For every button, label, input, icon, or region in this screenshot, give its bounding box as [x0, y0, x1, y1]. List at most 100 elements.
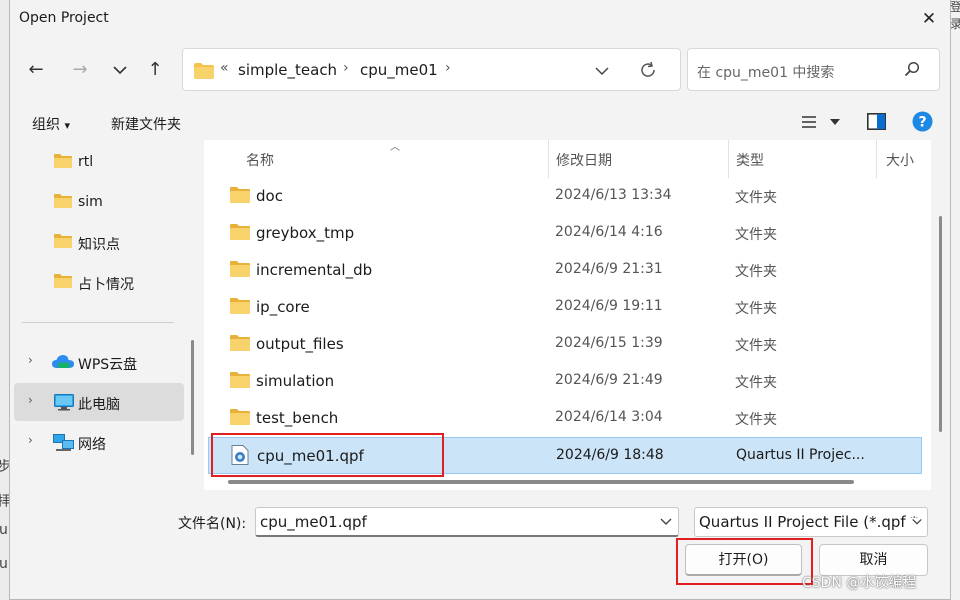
folder-icon	[230, 187, 250, 203]
column-header-type[interactable]: 类型	[736, 150, 764, 170]
horizontal-scrollbar[interactable]	[228, 480, 854, 484]
organize-button[interactable]: 组织 ▾	[32, 114, 70, 134]
network-icon	[53, 434, 74, 451]
file-row-incremental-db[interactable]: incremental_db 2024/6/9 21:31 文件夹	[208, 252, 922, 289]
search-icon	[904, 61, 920, 77]
folder-icon	[230, 335, 250, 351]
sidebar-divider	[22, 322, 174, 323]
file-row-greybox-tmp[interactable]: greybox_tmp 2024/6/14 4:16 文件夹	[208, 215, 922, 252]
file-row-simulation[interactable]: simulation 2024/6/9 21:49 文件夹	[208, 363, 922, 400]
sidebar-scrollbar[interactable]	[191, 340, 194, 455]
background-text: u	[0, 522, 8, 538]
address-history-chevron-icon[interactable]	[595, 66, 609, 76]
svg-text:?: ?	[918, 115, 926, 131]
address-bar[interactable]: « simple_teach › cpu_me01 ›	[182, 48, 681, 91]
sidebar-item-label: sim	[78, 194, 103, 210]
file-modified: 2024/6/9 19:11	[555, 298, 663, 314]
cloud-icon	[52, 355, 74, 368]
file-type: 文件夹	[735, 227, 777, 243]
sidebar-item-label: rtl	[78, 154, 94, 170]
back-arrow-icon: ←	[28, 59, 44, 80]
overflow-chevron-icon[interactable]: «	[220, 60, 229, 76]
breadcrumb-cpu-me01[interactable]: cpu_me01	[360, 61, 438, 79]
expand-chevron-icon[interactable]: ›	[28, 433, 33, 447]
close-button[interactable]: ✕	[915, 6, 943, 32]
column-divider[interactable]	[548, 140, 549, 178]
view-list-icon[interactable]	[801, 115, 817, 129]
preview-pane-icon[interactable]	[867, 113, 886, 130]
column-header-name[interactable]: 名称	[246, 150, 274, 170]
sidebar-item-wps-cloud[interactable]: › WPS云盘	[14, 343, 184, 381]
breadcrumb-simple-teach[interactable]: simple_teach	[238, 61, 337, 79]
file-type: 文件夹	[735, 375, 777, 391]
search-input[interactable]: 在 cpu_me01 中搜索	[697, 62, 834, 82]
sidebar-item-divination[interactable]: 占卜情况	[14, 263, 184, 301]
column-header-modified[interactable]: 修改日期	[556, 150, 612, 170]
file-modified: 2024/6/13 13:34	[555, 187, 672, 203]
file-row-doc[interactable]: doc 2024/6/13 13:34 文件夹	[208, 178, 922, 215]
folder-icon	[54, 154, 72, 168]
file-name: incremental_db	[256, 261, 373, 279]
filename-value[interactable]: cpu_me01.qpf	[260, 513, 367, 531]
view-options-chevron-icon[interactable]	[830, 119, 840, 126]
file-name: doc	[256, 187, 283, 205]
organize-label: 组织	[32, 117, 60, 133]
sidebar-item-label: 此电脑	[78, 397, 120, 413]
recent-locations-button[interactable]	[106, 56, 134, 84]
folder-icon	[230, 409, 250, 425]
search-box[interactable]: 在 cpu_me01 中搜索	[687, 48, 940, 91]
file-type: 文件夹	[735, 338, 777, 354]
vertical-scrollbar[interactable]	[939, 216, 942, 432]
folder-icon	[230, 372, 250, 388]
file-type-select[interactable]: Quartus II Project File (*.qpf *	[694, 507, 928, 537]
sidebar-item-rtl[interactable]: rtl	[14, 143, 184, 181]
file-name: output_files	[256, 335, 344, 353]
sidebar-item-knowledge[interactable]: 知识点	[14, 223, 184, 261]
breadcrumb-separator-icon[interactable]: ›	[445, 60, 451, 76]
annotation-highlight-box	[676, 538, 813, 585]
column-divider[interactable]	[728, 140, 729, 178]
file-row-test-bench[interactable]: test_bench 2024/6/14 3:04 文件夹	[208, 400, 922, 437]
new-folder-button[interactable]: 新建文件夹	[111, 114, 181, 134]
chevron-down-icon[interactable]	[660, 518, 672, 526]
folder-icon	[230, 298, 250, 314]
file-modified: 2024/6/14 3:04	[555, 409, 663, 425]
background-text: 登录	[950, 0, 960, 31]
filename-field[interactable]: cpu_me01.qpf	[255, 507, 679, 537]
chevron-down-icon	[909, 518, 923, 526]
help-icon[interactable]: ?	[912, 111, 933, 132]
column-divider[interactable]	[876, 140, 877, 178]
forward-arrow-icon: →	[72, 59, 88, 80]
file-type: 文件夹	[735, 412, 777, 428]
chevron-down-icon	[113, 66, 127, 75]
column-header-size[interactable]: 大小	[886, 150, 914, 170]
window-title: Open Project	[19, 10, 109, 26]
file-type: 文件夹	[735, 190, 777, 206]
folder-icon	[230, 224, 250, 240]
file-type: 文件夹	[735, 301, 777, 317]
forward-button[interactable]: →	[66, 56, 94, 84]
up-button[interactable]: ↑	[141, 56, 169, 84]
file-modified: 2024/6/9 18:48	[556, 447, 664, 463]
file-modified: 2024/6/9 21:31	[555, 261, 663, 277]
sidebar-item-sim[interactable]: sim	[14, 183, 184, 221]
expand-chevron-icon[interactable]: ›	[28, 393, 33, 407]
sidebar-item-network[interactable]: › 网络	[14, 423, 184, 461]
file-name: simulation	[256, 372, 335, 390]
file-type: 文件夹	[735, 264, 777, 280]
file-row-ip-core[interactable]: ip_core 2024/6/9 19:11 文件夹	[208, 289, 922, 326]
folder-icon	[194, 63, 214, 79]
back-button[interactable]: ←	[22, 56, 50, 84]
chevron-down-icon: ▾	[64, 119, 70, 132]
breadcrumb-separator-icon[interactable]: ›	[343, 60, 349, 76]
pc-icon	[54, 394, 74, 411]
folder-icon	[54, 194, 72, 208]
up-arrow-icon: ↑	[147, 59, 163, 80]
sidebar-item-this-pc[interactable]: › 此电脑	[14, 383, 184, 421]
sidebar-item-label: 占卜情况	[78, 277, 134, 293]
refresh-icon[interactable]	[639, 61, 657, 79]
close-icon: ✕	[921, 9, 937, 29]
file-row-output-files[interactable]: output_files 2024/6/15 1:39 文件夹	[208, 326, 922, 363]
expand-chevron-icon[interactable]: ›	[28, 353, 33, 367]
navigation-pane: rtl sim 知识点 占卜情况 › WPS云盘 › 此电脑 › 网络	[10, 140, 194, 490]
